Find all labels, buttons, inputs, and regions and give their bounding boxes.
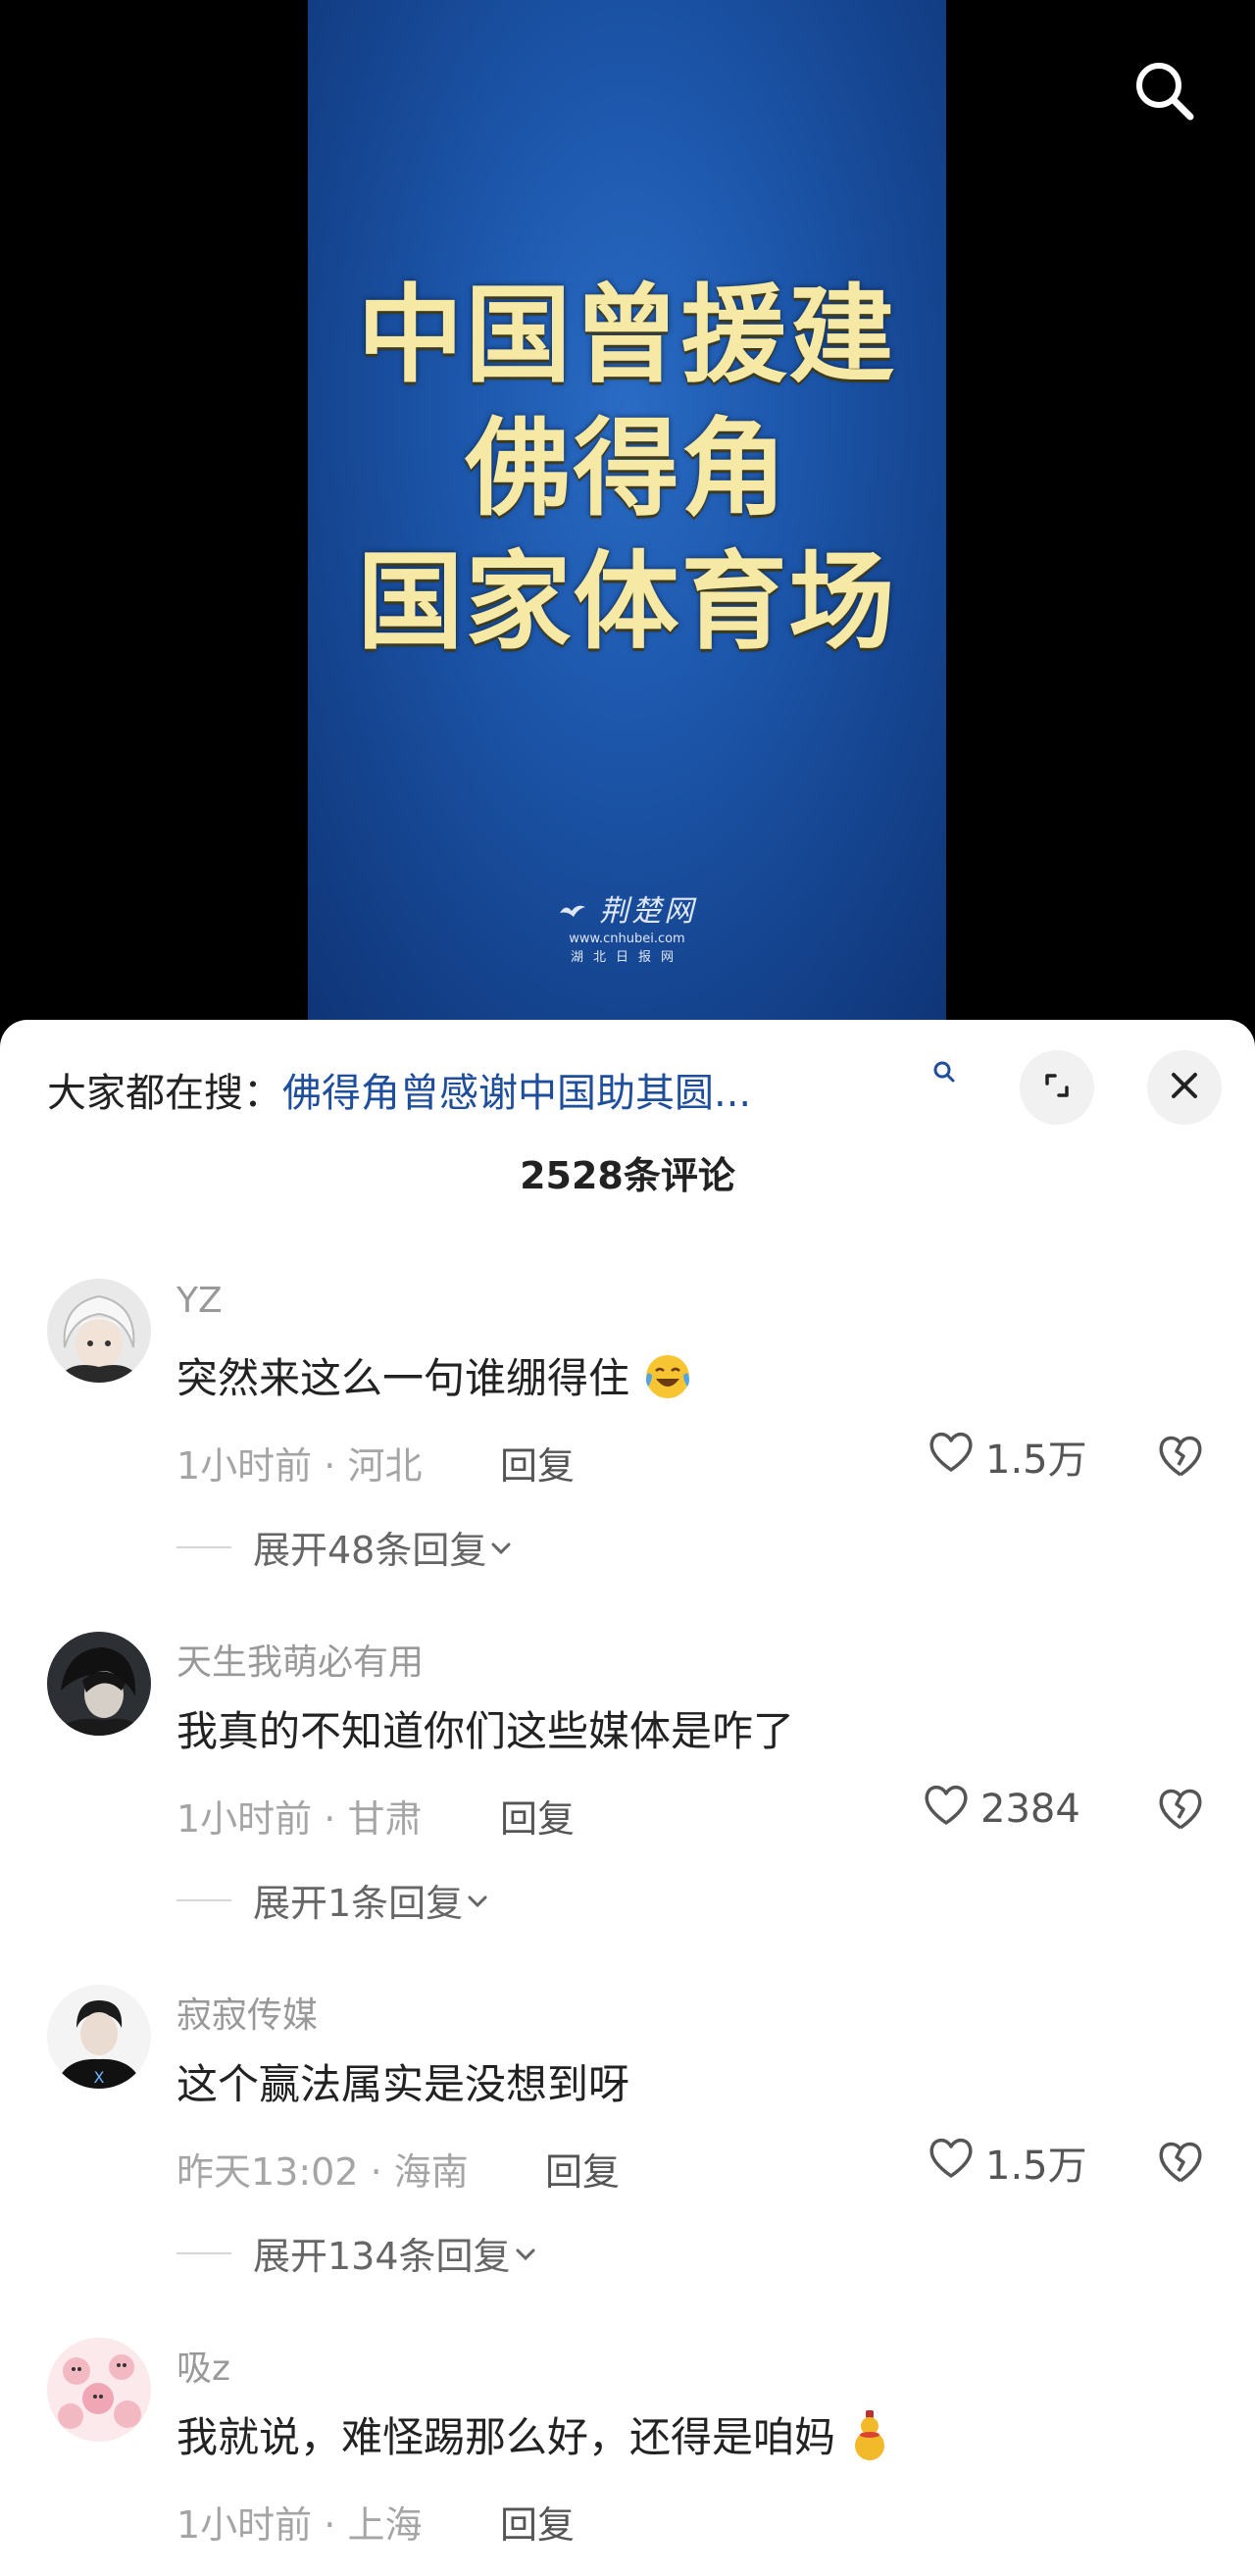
- comment-location: 河北: [347, 1444, 423, 1488]
- broken-heart-icon: [1155, 1789, 1206, 1836]
- comment-meta: 1小时前 · 上海: [176, 2503, 423, 2547]
- expand-replies-label: 展开48条回复: [253, 1529, 487, 1572]
- heart-icon: [922, 1782, 971, 1837]
- like-button[interactable]: 1.5万: [927, 2135, 1087, 2190]
- avatar[interactable]: [47, 1632, 151, 1736]
- reply-button[interactable]: 回复: [545, 2142, 620, 2196]
- divider-line: [176, 1898, 231, 1901]
- comment-text: 我真的不知道你们这些媒体是咋了: [176, 1707, 795, 1755]
- search-icon: [1130, 56, 1200, 130]
- dislike-button[interactable]: [1155, 1785, 1206, 1836]
- svg-text:X: X: [94, 2068, 105, 2087]
- heart-icon: [927, 2135, 976, 2190]
- comment-meta: 1小时前 · 河北: [176, 1444, 423, 1488]
- chevron-down-icon: [463, 1879, 492, 1922]
- comment-count: 2528条评论: [520, 1154, 735, 1197]
- comment-time: 1小时前: [176, 1797, 313, 1841]
- video-title: 中国曾援建 佛得角 国家体育场: [308, 270, 946, 670]
- comment-time: 昨天13:02: [176, 2150, 359, 2194]
- chevron-down-icon: [511, 2232, 540, 2275]
- watermark-logo: 荆楚网: [308, 886, 946, 930]
- video-player[interactable]: 中国曾援建 佛得角 国家体育场 荆楚网 www.cnhubei.com 湖北日报…: [0, 0, 1255, 1020]
- expand-replies-button[interactable]: 展开1条回复: [176, 1873, 492, 1927]
- reply-button[interactable]: 回复: [500, 1436, 575, 1490]
- trending-query[interactable]: 佛得角曾感谢中国助其圆...: [282, 1071, 751, 1116]
- expand-replies-button[interactable]: 展开48条回复: [176, 1520, 516, 1574]
- watermark: 荆楚网 www.cnhubei.com 湖北日报网: [308, 886, 946, 965]
- search-icon: [931, 1059, 957, 1088]
- laugh-cry-emoji-icon: [642, 1351, 693, 1412]
- comment-meta: 1小时前 · 甘肃: [176, 1797, 423, 1841]
- expand-replies-label: 展开134条回复: [253, 2235, 511, 2278]
- like-count: 2384: [980, 1787, 1080, 1832]
- comment-username[interactable]: 寂寂传媒: [176, 1987, 318, 2038]
- comment-location: 海南: [393, 2150, 469, 2194]
- divider-line: [176, 2251, 231, 2254]
- expand-replies-button[interactable]: 展开134条回复: [176, 2226, 540, 2280]
- comment-location: 甘肃: [347, 1797, 423, 1841]
- video-frame[interactable]: 中国曾援建 佛得角 国家体育场 荆楚网 www.cnhubei.com 湖北日报…: [308, 0, 946, 1020]
- dislike-button[interactable]: [1155, 1432, 1206, 1483]
- comment-sheet: 大家都在搜：佛得角曾感谢中国助其圆... 2528条评论 YZ 突然来这么一句谁…: [0, 1020, 1255, 2576]
- comment-username[interactable]: 天生我萌必有用: [176, 1634, 424, 1685]
- search-button[interactable]: [1126, 54, 1204, 132]
- like-button[interactable]: 2384: [922, 1782, 1080, 1837]
- comment-meta: 昨天13:02 · 海南: [176, 2150, 469, 2194]
- expand-replies-label: 展开1条回复: [253, 1882, 464, 1925]
- comment-username[interactable]: 吸z: [176, 2340, 230, 2391]
- like-count: 1.5万: [985, 2144, 1087, 2189]
- close-icon: [1168, 1069, 1201, 1106]
- like-button[interactable]: 1.5万: [927, 1429, 1087, 1484]
- watermark-subtitle: 湖北日报网: [570, 950, 683, 965]
- expand-button[interactable]: [1020, 1050, 1094, 1125]
- trending-prefix: 大家都在搜：: [47, 1071, 282, 1116]
- comment-text-body: 突然来这么一句谁绷得住: [176, 1354, 630, 1402]
- trending-search-link[interactable]: 大家都在搜：佛得角曾感谢中国助其圆...: [47, 1061, 751, 1118]
- avatar[interactable]: [47, 1279, 151, 1383]
- video-title-line: 佛得角: [465, 408, 789, 530]
- divider-line: [176, 1545, 231, 1548]
- avatar[interactable]: [47, 2338, 151, 2442]
- comment-text-body: 我就说，难怪踢那么好，还得是咱妈: [176, 2413, 836, 2461]
- video-title-line: 国家体育场: [357, 541, 897, 664]
- comment-time: 1小时前: [176, 2503, 313, 2547]
- comment-location: 上海: [347, 2503, 423, 2547]
- reply-button[interactable]: 回复: [500, 1789, 575, 1843]
- dislike-button[interactable]: [1155, 2138, 1206, 2189]
- chevron-down-icon: [486, 1526, 516, 1569]
- like-count: 1.5万: [985, 1438, 1087, 1483]
- watermark-url: www.cnhubei.com: [569, 932, 685, 946]
- avatar[interactable]: X: [47, 1985, 151, 2089]
- gourd-emoji-icon: [848, 2408, 891, 2473]
- watermark-logo-text: 荆楚网: [599, 894, 697, 929]
- comment-text: 突然来这么一句谁绷得住: [176, 1345, 693, 1412]
- sheet-header: 大家都在搜：佛得角曾感谢中国助其圆... 2528条评论: [0, 1020, 1255, 1197]
- close-button[interactable]: [1147, 1050, 1222, 1125]
- broken-heart-icon: [1155, 1436, 1206, 1483]
- video-title-line: 中国曾援建: [357, 275, 897, 397]
- comment-text: 这个赢法属实是没想到呀: [176, 2060, 630, 2108]
- bird-icon: [558, 894, 600, 929]
- comment-username[interactable]: YZ: [176, 1281, 223, 1321]
- expand-icon: [1039, 1068, 1075, 1107]
- broken-heart-icon: [1155, 2142, 1206, 2189]
- comment-time: 1小时前: [176, 1444, 313, 1488]
- comment-text: 我就说，难怪踢那么好，还得是咱妈: [176, 2404, 891, 2473]
- reply-button[interactable]: 回复: [500, 2495, 575, 2549]
- heart-icon: [927, 1429, 976, 1484]
